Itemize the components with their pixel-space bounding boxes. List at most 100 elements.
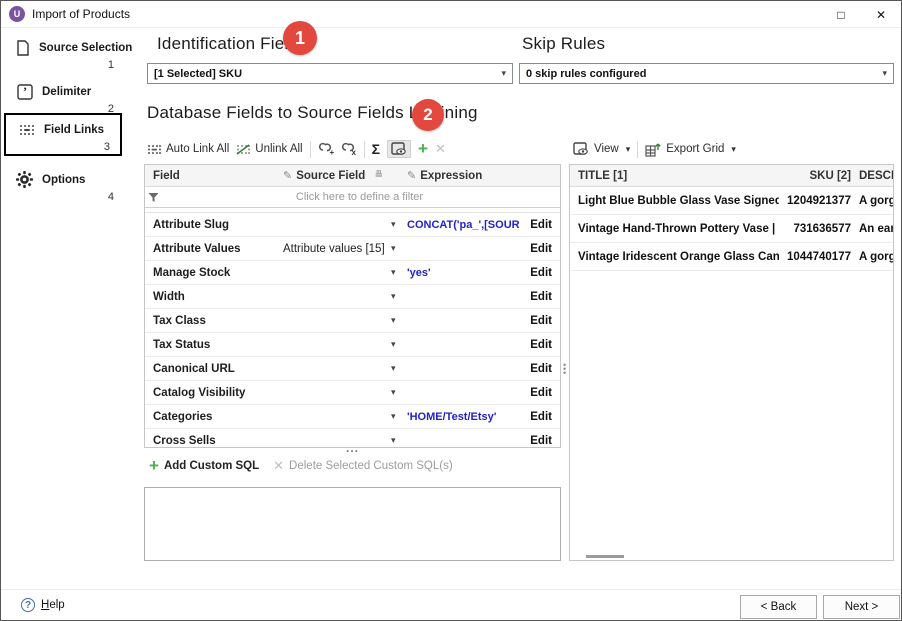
field-link-row[interactable]: Manage Stock▾'yes'Edit bbox=[145, 261, 560, 285]
preview-row[interactable]: Vintage Hand-Thrown Pottery Vase | Utens… bbox=[570, 215, 893, 243]
product-title: Light Blue Bubble Glass Vase Signed Mgla… bbox=[578, 195, 779, 207]
source-dropdown-icon[interactable]: ▾ bbox=[391, 339, 407, 350]
field-link-row[interactable]: Attribute Slug▾CONCAT('pa_',[SOURCE_FIEL… bbox=[145, 213, 560, 237]
add-custom-sql-button[interactable]: + Add Custom SQL bbox=[149, 459, 259, 473]
field-name: Attribute Values bbox=[153, 243, 283, 255]
source-dropdown-icon[interactable]: ▾ bbox=[391, 387, 407, 398]
help-link[interactable]: ? Help bbox=[21, 598, 65, 612]
edit-link[interactable]: Edit bbox=[520, 363, 552, 375]
plus-icon: + bbox=[418, 142, 428, 156]
link-toolbar: Auto Link All Unlink All + x Σ bbox=[147, 138, 446, 160]
import-products-dialog: U Import of Products □ ✕ Source Selectio… bbox=[0, 0, 902, 621]
auto-link-all-label: Auto Link All bbox=[166, 143, 229, 155]
column-header-expression[interactable]: ✎ Expression bbox=[407, 169, 520, 182]
chevron-down-icon: ▾ bbox=[882, 68, 887, 79]
field-link-row[interactable]: Catalog Visibility ▾ Edit bbox=[145, 381, 560, 405]
step-number: 4 bbox=[108, 191, 114, 203]
edit-link[interactable]: Edit bbox=[520, 243, 552, 255]
edit-link[interactable]: Edit bbox=[520, 291, 552, 303]
export-grid-icon bbox=[645, 142, 661, 157]
sidebar-item-field-links[interactable]: Field Links 3 bbox=[4, 113, 122, 156]
filter-row[interactable]: Click here to define a filter bbox=[145, 187, 560, 208]
source-dropdown-icon[interactable]: ▾ bbox=[391, 243, 407, 254]
column-header-source-field[interactable]: ✎ Source Field ≞ bbox=[283, 169, 391, 182]
field-link-row[interactable]: Tax Class ▾ Edit bbox=[145, 309, 560, 333]
dots-grid-icon bbox=[147, 144, 161, 155]
product-sku: 1044740177 bbox=[779, 251, 851, 263]
svg-text:’: ’ bbox=[22, 84, 26, 99]
add-link-button[interactable]: + bbox=[318, 142, 334, 156]
gear-icon bbox=[16, 171, 33, 188]
edit-link[interactable]: Edit bbox=[520, 387, 552, 399]
step-label: Field Links bbox=[44, 124, 104, 136]
custom-sql-textarea[interactable] bbox=[144, 487, 561, 561]
grid-resize-handle[interactable]: ... bbox=[144, 441, 561, 455]
chevron-down-icon: ▾ bbox=[626, 144, 631, 155]
auto-link-all-button[interactable]: Auto Link All bbox=[147, 143, 229, 155]
edit-link[interactable]: Edit bbox=[520, 315, 552, 327]
edit-link[interactable]: Edit bbox=[520, 267, 552, 279]
export-grid-button[interactable]: Export Grid ▾ bbox=[645, 142, 736, 157]
field-links-grid: Field ✎ Source Field ≞ ✎ Expression Clic… bbox=[144, 164, 561, 448]
chevron-down-icon: ▾ bbox=[731, 144, 736, 155]
maximize-button[interactable]: □ bbox=[821, 1, 861, 28]
source-dropdown-icon[interactable]: ▾ bbox=[391, 315, 407, 326]
field-link-row[interactable]: Width▾Edit bbox=[145, 285, 560, 309]
field-link-row[interactable]: Tax Status ▾ Edit bbox=[145, 333, 560, 357]
sidebar-item-options[interactable]: Options 4 bbox=[4, 171, 124, 205]
product-sku: 1204921377 bbox=[779, 195, 851, 207]
unlink-all-button[interactable]: Unlink All bbox=[236, 143, 302, 155]
toolbar-separator bbox=[310, 141, 311, 158]
next-button[interactable]: Next > bbox=[823, 595, 900, 619]
help-icon: ? bbox=[21, 598, 35, 612]
delete-row-button[interactable]: ✕ bbox=[435, 141, 446, 157]
identification-fields-dropdown[interactable]: [1 Selected] SKU ▾ bbox=[147, 63, 513, 84]
svg-text:x: x bbox=[351, 148, 356, 156]
source-dropdown-icon[interactable]: ▾ bbox=[391, 219, 407, 230]
product-description: A gorg bbox=[851, 251, 893, 263]
skip-rules-dropdown[interactable]: 0 skip rules configured ▾ bbox=[519, 63, 894, 84]
column-header-title[interactable]: TITLE [1] bbox=[578, 170, 779, 182]
field-name: Tax Class bbox=[153, 315, 283, 327]
step-number: 3 bbox=[104, 141, 110, 153]
sidebar-item-source-selection[interactable]: Source Selection 1 bbox=[4, 39, 124, 73]
sidebar-item-delimiter[interactable]: ’ Delimiter 2 bbox=[4, 83, 124, 117]
column-header-field[interactable]: Field bbox=[153, 170, 283, 182]
field-link-row[interactable]: Categories▾'HOME/Test/Etsy'Edit bbox=[145, 405, 560, 429]
step-badge-2: 2 bbox=[412, 99, 444, 131]
delete-custom-sql-button[interactable]: ✕ Delete Selected Custom SQL(s) bbox=[273, 458, 453, 474]
remove-link-button[interactable]: x bbox=[341, 142, 357, 156]
app-icon: U bbox=[9, 6, 25, 22]
expression-sigma-button[interactable]: Σ bbox=[372, 141, 380, 157]
product-title: Vintage Hand-Thrown Pottery Vase | Utens… bbox=[578, 223, 779, 235]
horizontal-scrollbar[interactable] bbox=[586, 555, 624, 558]
source-dropdown-icon[interactable]: ▾ bbox=[391, 291, 407, 302]
back-button[interactable]: < Back bbox=[740, 595, 817, 619]
window-title: Import of Products bbox=[32, 7, 130, 21]
edit-link[interactable]: Edit bbox=[520, 219, 552, 231]
preview-toolbar: View ▾ Export Grid ▾ bbox=[573, 138, 736, 160]
edit-link[interactable]: Edit bbox=[520, 411, 552, 423]
edit-link[interactable]: Edit bbox=[520, 339, 552, 351]
dots-grid-slash-icon bbox=[236, 144, 250, 155]
unlink-all-label: Unlink All bbox=[255, 143, 302, 155]
field-name: Catalog Visibility bbox=[153, 387, 283, 399]
column-header-sku[interactable]: SKU [2] bbox=[779, 170, 851, 182]
close-button[interactable]: ✕ bbox=[861, 1, 901, 28]
preview-row[interactable]: Vintage Iridescent Orange Glass Canister… bbox=[570, 243, 893, 271]
source-dropdown-icon[interactable]: ▾ bbox=[391, 363, 407, 374]
chevron-down-icon: ▾ bbox=[501, 68, 506, 79]
preview-toggle-button[interactable] bbox=[387, 140, 411, 158]
source-dropdown-icon[interactable]: ▾ bbox=[391, 267, 407, 278]
add-row-button[interactable]: + bbox=[418, 142, 428, 156]
document-icon bbox=[16, 39, 30, 56]
preview-row[interactable]: Light Blue Bubble Glass Vase Signed Mgla… bbox=[570, 187, 893, 215]
view-button[interactable]: View ▾ bbox=[573, 142, 630, 156]
source-dropdown-icon[interactable]: ▾ bbox=[391, 411, 407, 422]
field-link-row[interactable]: Canonical URL▾Edit bbox=[145, 357, 560, 381]
column-header-description[interactable]: DESCRI bbox=[851, 170, 893, 182]
add-custom-sql-label: Add Custom SQL bbox=[164, 460, 259, 472]
quote-icon: ’ bbox=[16, 83, 33, 100]
field-link-row[interactable]: Attribute ValuesAttribute values [15]▾Ed… bbox=[145, 237, 560, 261]
field-name: Tax Status bbox=[153, 339, 283, 351]
